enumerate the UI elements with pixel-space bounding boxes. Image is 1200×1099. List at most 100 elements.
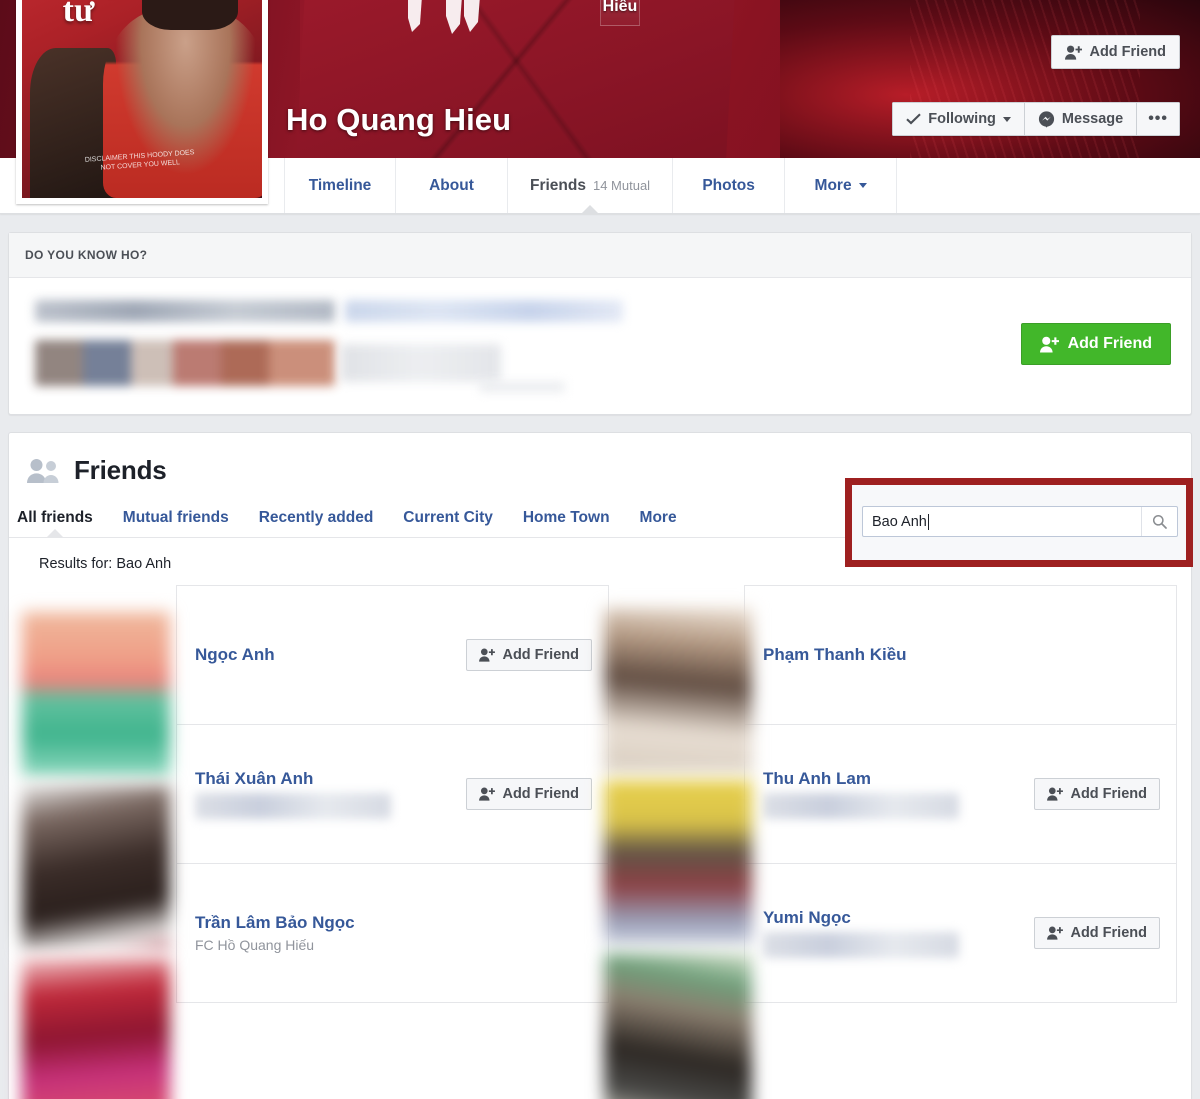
chevron-down-icon xyxy=(1002,116,1011,122)
friend-name-link[interactable]: Thu Anh Lam xyxy=(763,769,959,789)
tab-about-label: About xyxy=(429,176,474,194)
friends-tab-current-city-label: Current City xyxy=(403,509,493,526)
friends-tab-mutual-friends[interactable]: Mutual friends xyxy=(123,509,229,537)
friend-result-texts: Phạm Thanh Kiều xyxy=(763,645,907,665)
friend-result-texts: Thái Xuân Anh xyxy=(195,769,391,819)
friend-name-link[interactable]: Trần Lâm Bảo Ngọc xyxy=(195,913,355,933)
know-section-add-friend-button[interactable]: Add Friend xyxy=(1020,323,1171,365)
tab-friends[interactable]: Friends 14 Mutual xyxy=(508,158,674,213)
friend-result-card[interactable]: Phạm Thanh Kiều xyxy=(744,585,1177,725)
cover-action-buttons: Following Message ••• xyxy=(892,102,1180,136)
tab-friends-label: Friends xyxy=(530,176,586,194)
tab-photos-label: Photos xyxy=(702,176,755,194)
facebook-profile-page: Hiếu Ho Quang Hieu Add Friend Following xyxy=(0,0,1200,1099)
profile-pic-hair xyxy=(142,0,238,30)
redacted-text-block xyxy=(35,300,335,322)
tab-photos[interactable]: Photos xyxy=(673,158,786,213)
tab-more[interactable]: More xyxy=(785,158,898,213)
add-friend-icon xyxy=(1047,926,1064,940)
friend-add-friend-label: Add Friend xyxy=(1070,786,1147,802)
tab-friends-mutual-count: 14 Mutual xyxy=(592,178,651,193)
messenger-icon xyxy=(1038,110,1055,128)
friend-subtitle-redacted xyxy=(195,793,391,819)
search-input-value-wrap[interactable]: Bao Anh xyxy=(863,513,1141,530)
cover-vertical-title: Hiếu xyxy=(600,0,640,27)
know-section-add-friend-label: Add Friend xyxy=(1067,335,1152,352)
message-label: Message xyxy=(1061,111,1124,127)
friend-add-friend-button[interactable]: Add Friend xyxy=(1034,917,1160,949)
tab-about[interactable]: About xyxy=(396,158,508,213)
profile-pic-overlay-title: Riêngtư xyxy=(62,0,95,29)
add-friend-icon xyxy=(479,787,496,801)
do-you-know-card: DO YOU KNOW HO? Add Friend xyxy=(8,232,1192,415)
check-icon xyxy=(906,113,921,125)
cover-add-friend-label: Add Friend xyxy=(1089,44,1166,60)
following-button[interactable]: Following xyxy=(892,102,1025,136)
add-friend-icon xyxy=(479,648,496,662)
friend-result-card[interactable]: Yumi Ngọc Add Friend xyxy=(744,863,1177,1003)
friend-result-texts: Ngọc Anh xyxy=(195,645,275,665)
friend-name-link[interactable]: Ngọc Anh xyxy=(195,645,275,665)
tab-more-label: More xyxy=(814,176,852,194)
search-icon xyxy=(1152,514,1167,529)
friend-subtitle: FC Hồ Quang Hiếu xyxy=(195,937,315,953)
profile-name: Ho Quang Hieu xyxy=(286,102,512,137)
friends-tab-home-town[interactable]: Home Town xyxy=(523,509,610,537)
friend-result-card[interactable]: Ngọc Anh Add Friend xyxy=(176,585,609,725)
redacted-text-block xyxy=(479,382,565,392)
friend-result-texts: Trần Lâm Bảo Ngọc FC Hồ Quang Hiếu xyxy=(195,913,355,953)
do-you-know-header-label: DO YOU KNOW HO? xyxy=(25,248,148,262)
friends-tab-current-city[interactable]: Current City xyxy=(403,509,493,537)
profile-picture-image: Riêngtư DISCLAIMER THIS HOODY DOES NOT C… xyxy=(22,0,262,198)
friend-add-friend-label: Add Friend xyxy=(1070,925,1147,941)
friends-icon xyxy=(27,458,59,483)
message-button[interactable]: Message xyxy=(1024,102,1138,136)
search-input[interactable]: Bao Anh xyxy=(872,514,927,530)
friends-tab-all-friends-label: All friends xyxy=(17,509,93,526)
chevron-down-icon xyxy=(858,183,867,188)
cover-bird-icon xyxy=(408,0,480,34)
tab-timeline-label: Timeline xyxy=(308,176,372,194)
friend-add-friend-button[interactable]: Add Friend xyxy=(466,778,592,810)
add-friend-icon xyxy=(1065,45,1083,60)
friend-name-link[interactable]: Phạm Thanh Kiều xyxy=(763,645,907,665)
friend-name-link[interactable]: Yumi Ngọc xyxy=(763,908,959,928)
more-options-button[interactable]: ••• xyxy=(1137,102,1180,136)
search-submit-button[interactable] xyxy=(1141,507,1177,536)
add-friend-icon xyxy=(1047,787,1064,801)
cover-vertical-text: Hiếu xyxy=(602,0,638,15)
friend-add-friend-label: Add Friend xyxy=(502,786,579,802)
friend-result-card[interactable]: Trần Lâm Bảo Ngọc FC Hồ Quang Hiếu xyxy=(176,863,609,1003)
friends-tab-more-label: More xyxy=(639,509,677,526)
friends-title-label: Friends xyxy=(74,455,167,485)
tab-timeline[interactable]: Timeline xyxy=(284,158,396,213)
friend-add-friend-label: Add Friend xyxy=(502,647,579,663)
following-label: Following xyxy=(928,111,996,127)
friends-tab-all-friends[interactable]: All friends xyxy=(17,509,93,537)
redacted-text-block xyxy=(345,300,623,322)
friend-result-texts: Yumi Ngọc xyxy=(763,908,959,958)
cover-add-friend-button[interactable]: Add Friend xyxy=(1051,35,1180,69)
friends-results-grid: Ngọc Anh Add Friend Phạm Thanh Kiều Thái… xyxy=(9,585,1191,1003)
redacted-avatar-row xyxy=(35,340,335,386)
text-cursor xyxy=(927,513,929,530)
friend-add-friend-button[interactable]: Add Friend xyxy=(466,639,592,671)
do-you-know-header: DO YOU KNOW HO? xyxy=(9,233,1191,278)
friend-result-card[interactable]: Thái Xuân Anh Add Friend xyxy=(176,724,609,864)
do-you-know-body: Add Friend xyxy=(9,278,1191,414)
profile-picture[interactable]: Riêngtư DISCLAIMER THIS HOODY DOES NOT C… xyxy=(16,0,268,204)
friend-name-link[interactable]: Thái Xuân Anh xyxy=(195,769,391,789)
friend-subtitle-redacted xyxy=(763,793,959,819)
friend-add-friend-button[interactable]: Add Friend xyxy=(1034,778,1160,810)
friends-search-box[interactable]: Bao Anh xyxy=(862,506,1178,537)
add-friend-icon xyxy=(1039,336,1059,352)
friends-tab-more[interactable]: More xyxy=(640,509,677,537)
friends-tab-recently-added[interactable]: Recently added xyxy=(259,509,374,537)
friend-result-card[interactable]: Thu Anh Lam Add Friend xyxy=(744,724,1177,864)
more-options-icon: ••• xyxy=(1148,110,1168,127)
friend-result-texts: Thu Anh Lam xyxy=(763,769,959,819)
friends-tab-recently-added-label: Recently added xyxy=(258,509,374,526)
friends-tab-home-town-label: Home Town xyxy=(522,509,610,526)
friend-subtitle-redacted xyxy=(763,932,959,958)
friends-tab-mutual-friends-label: Mutual friends xyxy=(122,509,229,526)
